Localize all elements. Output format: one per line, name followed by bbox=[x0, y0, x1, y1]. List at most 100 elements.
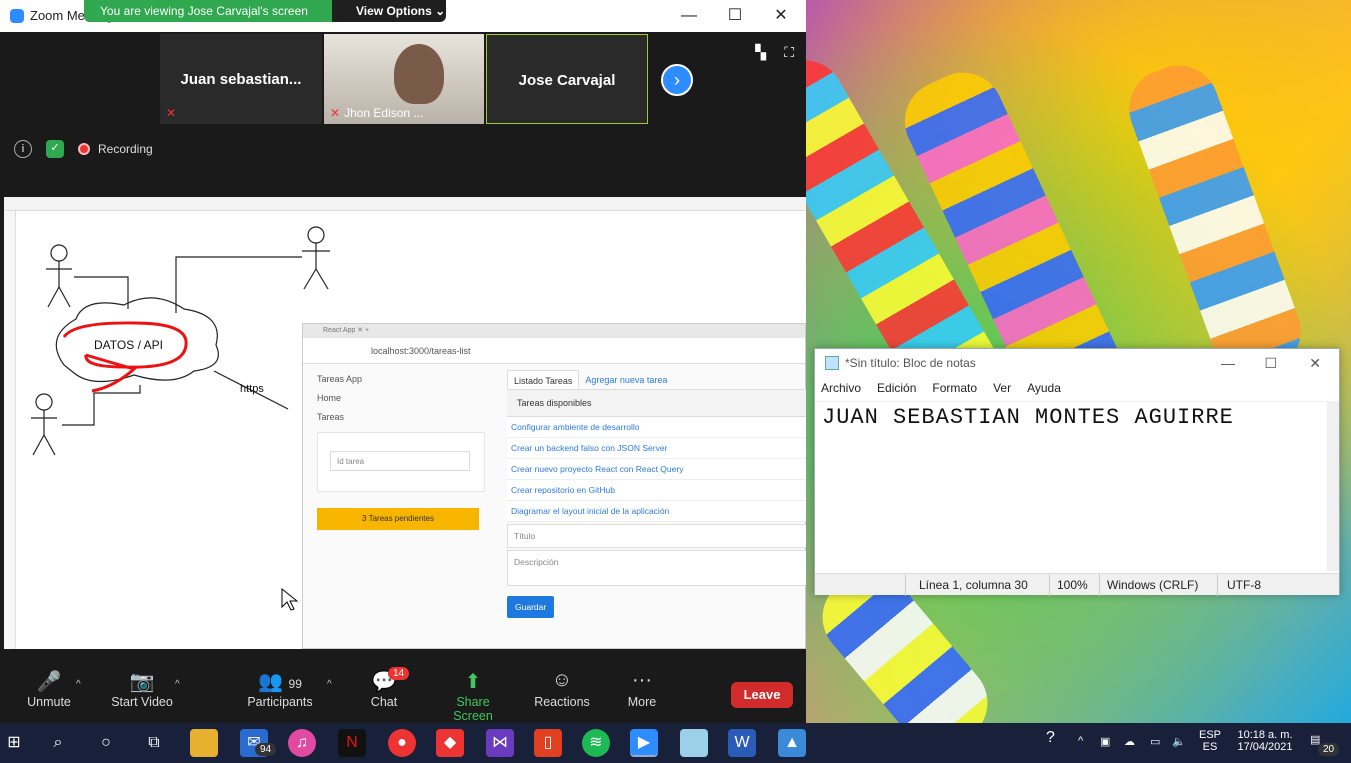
notepad-scrollbar[interactable] bbox=[1327, 401, 1339, 571]
audio-options-chevron-icon[interactable]: ^ bbox=[76, 679, 81, 690]
description-field: Descripción bbox=[507, 550, 806, 586]
tray-app-icon[interactable]: ▣ bbox=[1100, 735, 1110, 748]
notepad-text-area[interactable]: JUAN SEBASTIAN MONTES AGUIRRE bbox=[815, 401, 1329, 571]
spotify-icon[interactable]: ≋ bbox=[582, 729, 610, 757]
netflix-icon[interactable]: N bbox=[338, 729, 366, 757]
search-input: Id tarea bbox=[330, 451, 470, 471]
anydesk-icon[interactable]: ◆ bbox=[436, 729, 464, 757]
participant-tile-video[interactable]: ✕ Jhon Edison ... bbox=[324, 34, 484, 124]
share-screen-button[interactable]: ⬆ Share Screen bbox=[436, 669, 510, 723]
video-off-icon: 📷 bbox=[129, 671, 155, 693]
participant-tile[interactable]: Juan sebastian... ✕ bbox=[160, 34, 322, 124]
zoom-logo-icon bbox=[10, 9, 24, 23]
participants-icon: 👥 99 bbox=[258, 671, 302, 693]
close-button[interactable]: ✕ bbox=[758, 0, 804, 32]
windows-start-icon[interactable]: ⊞ bbox=[0, 729, 28, 757]
onedrive-icon[interactable]: ☁ bbox=[1124, 735, 1135, 748]
clock[interactable]: 10:18 a. m. 17/04/2021 bbox=[1230, 729, 1300, 753]
notepad-window: *Sin título: Bloc de notas — ☐ ✕ Archivo… bbox=[814, 348, 1340, 596]
search-card: Id tarea bbox=[317, 432, 485, 492]
file-explorer-icon[interactable] bbox=[190, 729, 218, 757]
notepad-titlebar: *Sin título: Bloc de notas — ☐ ✕ bbox=[815, 349, 1339, 377]
notification-badge: 20 bbox=[1318, 743, 1340, 756]
task-view-icon[interactable]: ⧉ bbox=[140, 729, 168, 757]
unmute-button[interactable]: 🎤 Unmute bbox=[24, 669, 74, 709]
shared-screen: DATOS / API https React App ✕ + localhos… bbox=[4, 197, 806, 649]
info-icon[interactable]: i bbox=[14, 140, 32, 158]
tray-chevron-icon[interactable]: ^ bbox=[1078, 735, 1083, 747]
browser-tabs: React App ✕ + bbox=[303, 324, 805, 338]
meeting-controls: 🎤 Unmute ^ 📷 Start Video ^ 👥 99 Particip… bbox=[0, 649, 806, 723]
video-strip: ▚ ⛶ Juan sebastian... ✕ ✕ Jhon Edison ...… bbox=[0, 32, 806, 197]
taskbar: ⊞ ⌕ ○ ⧉ ✉ 94 ♫ N ● ◆ ⋈ ▯ ≋ ▶ W ▲ ? ^ ▣ ☁… bbox=[0, 723, 1351, 763]
title-field: Título bbox=[507, 524, 806, 548]
minimize-button[interactable]: — bbox=[666, 0, 712, 32]
task-item: Crear nuevo proyecto React con React Que… bbox=[507, 459, 806, 480]
viewing-banner: You are viewing Jose Carvajal's screen V… bbox=[84, 0, 446, 22]
zoom-level: 100% bbox=[1057, 578, 1088, 592]
line-endings: Windows (CRLF) bbox=[1107, 578, 1199, 592]
pending-tasks-button: 3 Tareas pendientes bbox=[317, 508, 479, 530]
chat-button[interactable]: 💬 Chat 14 bbox=[366, 667, 410, 709]
maximize-button[interactable]: ☐ bbox=[712, 0, 758, 32]
participants-options-chevron-icon[interactable]: ^ bbox=[327, 679, 332, 690]
leave-button[interactable]: Leave bbox=[731, 682, 793, 708]
notepad-icon bbox=[825, 356, 839, 370]
visual-studio-icon[interactable]: ⋈ bbox=[486, 729, 514, 757]
search-icon[interactable]: ⌕ bbox=[44, 729, 72, 757]
chat-badge: 14 bbox=[388, 667, 410, 680]
app-sidebar: Tareas App Home Tareas bbox=[317, 374, 363, 422]
menu-ayuda[interactable]: Ayuda bbox=[1027, 377, 1061, 399]
security-shield-icon[interactable]: ✓ bbox=[46, 140, 64, 158]
mic-off-icon: 🎤 bbox=[36, 671, 62, 693]
task-item: Diagramar el layout inicial de la aplica… bbox=[507, 501, 806, 522]
maximize-button[interactable]: ☐ bbox=[1264, 349, 1277, 377]
mic-muted-icon: ✕ bbox=[166, 106, 177, 120]
menu-edicion[interactable]: Edición bbox=[877, 377, 916, 399]
music-icon[interactable]: ♫ bbox=[288, 729, 316, 757]
layout-icon[interactable]: ▚ bbox=[755, 44, 766, 61]
video-options-chevron-icon[interactable]: ^ bbox=[175, 679, 180, 690]
cortana-icon[interactable]: ○ bbox=[92, 729, 120, 757]
volume-icon[interactable]: 🔈 bbox=[1172, 735, 1186, 748]
reactions-button[interactable]: ☺ Reactions bbox=[534, 669, 590, 709]
menu-ver[interactable]: Ver bbox=[993, 377, 1011, 399]
arrow-label: https bbox=[240, 383, 264, 395]
office-icon[interactable]: ▯ bbox=[534, 729, 562, 757]
notepad-menu: Archivo Edición Formato Ver Ayuda bbox=[815, 377, 1339, 399]
battery-icon[interactable]: ▭ bbox=[1150, 735, 1160, 748]
menu-formato[interactable]: Formato bbox=[932, 377, 977, 399]
participant-avatar bbox=[394, 44, 444, 104]
minimize-button[interactable]: — bbox=[1221, 349, 1235, 377]
mouse-cursor-icon bbox=[281, 587, 299, 611]
photos-icon[interactable]: ▲ bbox=[778, 729, 806, 757]
start-video-button[interactable]: 📷 Start Video bbox=[108, 669, 176, 709]
more-button[interactable]: ··· More bbox=[624, 669, 660, 709]
help-icon[interactable]: ? bbox=[1046, 729, 1055, 747]
notepad-statusbar: Línea 1, columna 30 100% Windows (CRLF) … bbox=[815, 573, 1339, 596]
zoom-taskbar-icon[interactable]: ▶ bbox=[630, 729, 658, 757]
cloud-label: DATOS / API bbox=[94, 338, 163, 352]
next-page-button[interactable]: › bbox=[661, 64, 693, 96]
view-options-button[interactable]: View Options ⌄ bbox=[332, 0, 445, 22]
meeting-status-row: i ✓ Recording bbox=[14, 138, 153, 160]
encoding: UTF-8 bbox=[1227, 578, 1261, 592]
browser-screenshot: React App ✕ + localhost:3000/tareas-list… bbox=[302, 323, 806, 649]
word-icon[interactable]: W bbox=[728, 729, 756, 757]
zoom-window: Zoom Meeting — ☐ ✕ You are viewing Jose … bbox=[0, 0, 806, 723]
viewing-message: You are viewing Jose Carvajal's screen bbox=[84, 0, 332, 22]
menu-archivo[interactable]: Archivo bbox=[821, 377, 861, 399]
participants-button[interactable]: 👥 99 Participants bbox=[246, 669, 314, 709]
task-item: Crear repositorio en GitHub bbox=[507, 480, 806, 501]
fullscreen-icon[interactable]: ⛶ bbox=[784, 44, 794, 61]
tab-add-task: Agregar nueva tarea bbox=[585, 375, 668, 385]
browser-address: localhost:3000/tareas-list bbox=[303, 338, 805, 364]
chrome-icon[interactable]: ● bbox=[388, 729, 416, 757]
more-icon: ··· bbox=[632, 669, 652, 691]
notepad-taskbar-icon[interactable] bbox=[680, 729, 708, 757]
participant-tile-active[interactable]: Jose Carvajal bbox=[486, 34, 648, 124]
close-button[interactable]: ✕ bbox=[1309, 349, 1321, 377]
cursor-position: Línea 1, columna 30 bbox=[919, 578, 1028, 592]
language-indicator[interactable]: ESP ES bbox=[1198, 729, 1222, 753]
tab-task-list: Listado Tareas bbox=[507, 370, 580, 389]
